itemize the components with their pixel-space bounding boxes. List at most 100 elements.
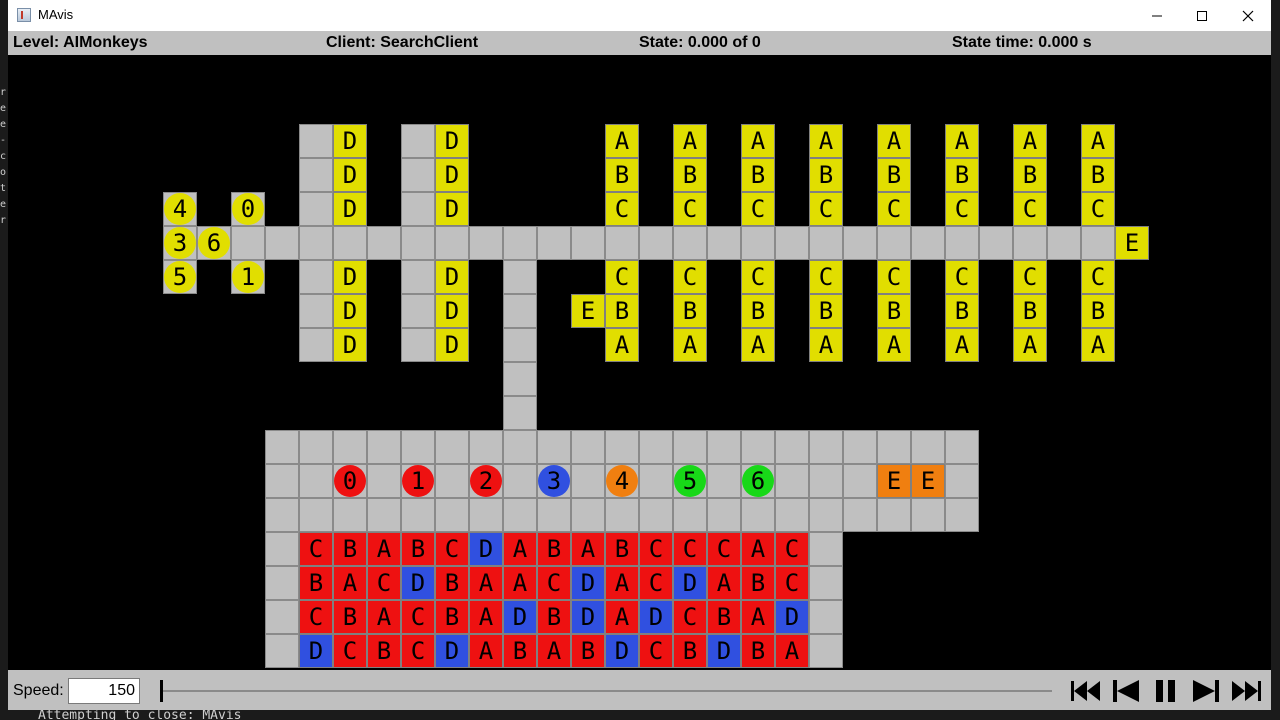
floor-cell bbox=[707, 498, 741, 532]
yellow-box-a: A bbox=[809, 328, 843, 362]
yellow-box-b: B bbox=[809, 158, 843, 192]
yellow-box-a: A bbox=[605, 124, 639, 158]
minimize-button[interactable] bbox=[1134, 0, 1180, 31]
floor-cell bbox=[299, 124, 333, 158]
yellow-box-d: D bbox=[435, 294, 469, 328]
terminal-fragment: r bbox=[0, 88, 7, 98]
red-box-b: B bbox=[673, 634, 707, 668]
floor-cell bbox=[401, 498, 435, 532]
floor-cell bbox=[673, 226, 707, 260]
agent-1-red: 1 bbox=[402, 465, 434, 497]
floor-cell bbox=[639, 430, 673, 464]
floor-cell bbox=[265, 634, 299, 668]
red-box-a: A bbox=[605, 566, 639, 600]
yellow-box-a: A bbox=[877, 124, 911, 158]
floor-cell bbox=[945, 226, 979, 260]
floor-cell bbox=[333, 430, 367, 464]
floor-cell bbox=[945, 430, 979, 464]
yellow-box-c: C bbox=[741, 260, 775, 294]
pause-icon bbox=[1156, 680, 1175, 702]
blue-box-d: D bbox=[605, 634, 639, 668]
red-box-b: B bbox=[435, 600, 469, 634]
floor-cell bbox=[979, 226, 1013, 260]
red-box-a: A bbox=[503, 566, 537, 600]
skip-to-start-button[interactable] bbox=[1069, 679, 1103, 703]
background-terminal-bottom: Attempting to close: MAvis bbox=[8, 710, 1271, 720]
floor-cell bbox=[265, 566, 299, 600]
floor-cell bbox=[401, 124, 435, 158]
floor-cell bbox=[775, 498, 809, 532]
yellow-box-c: C bbox=[1013, 260, 1047, 294]
floor-cell bbox=[299, 192, 333, 226]
agent-3-blue: 3 bbox=[538, 465, 570, 497]
skip-to-end-icon bbox=[1232, 681, 1261, 701]
speed-label: Speed: bbox=[13, 682, 64, 699]
agent-2-red: 2 bbox=[470, 465, 502, 497]
maximize-button[interactable] bbox=[1179, 0, 1225, 31]
playback-controls: Speed: bbox=[8, 670, 1271, 710]
red-box-a: A bbox=[741, 600, 775, 634]
terminal-fragment: e bbox=[0, 120, 7, 130]
floor-cell bbox=[435, 498, 469, 532]
skip-to-end-button[interactable] bbox=[1229, 679, 1263, 703]
step-back-button[interactable] bbox=[1109, 679, 1143, 703]
red-box-b: B bbox=[741, 566, 775, 600]
floor-cell bbox=[571, 430, 605, 464]
floor-cell bbox=[775, 464, 809, 498]
timeline-slider[interactable] bbox=[163, 690, 1052, 692]
agent-5: 5 bbox=[164, 261, 196, 293]
step-forward-button[interactable] bbox=[1189, 679, 1223, 703]
floor-cell bbox=[1013, 226, 1047, 260]
blue-box-d: D bbox=[299, 634, 333, 668]
red-box-b: B bbox=[605, 532, 639, 566]
floor-cell bbox=[231, 226, 265, 260]
agent-6-green: 6 bbox=[742, 465, 774, 497]
floor-cell bbox=[707, 430, 741, 464]
floor-cell bbox=[1047, 226, 1081, 260]
floor-cell bbox=[333, 226, 367, 260]
floor-cell bbox=[741, 498, 775, 532]
close-button[interactable] bbox=[1225, 0, 1271, 31]
yellow-box-b: B bbox=[741, 158, 775, 192]
floor-cell bbox=[809, 226, 843, 260]
yellow-box-c: C bbox=[605, 260, 639, 294]
agent-6: 6 bbox=[198, 227, 230, 259]
red-box-c: C bbox=[401, 600, 435, 634]
yellow-box-b: B bbox=[741, 294, 775, 328]
yellow-box-d: D bbox=[333, 328, 367, 362]
blue-box-d: D bbox=[673, 566, 707, 600]
blue-box-d: D bbox=[775, 600, 809, 634]
floor-cell bbox=[503, 396, 537, 430]
yellow-box-a: A bbox=[673, 124, 707, 158]
yellow-box-a: A bbox=[945, 328, 979, 362]
pause-button[interactable] bbox=[1149, 679, 1183, 703]
terminal-fragment: c bbox=[0, 152, 7, 162]
floor-cell bbox=[707, 226, 741, 260]
close-icon bbox=[1242, 10, 1254, 21]
agent-1: 1 bbox=[232, 261, 264, 293]
yellow-box-b: B bbox=[1081, 294, 1115, 328]
floor-cell bbox=[503, 362, 537, 396]
blue-box-d: D bbox=[503, 600, 537, 634]
yellow-box-a: A bbox=[605, 328, 639, 362]
floor-cell bbox=[911, 226, 945, 260]
timeline-slider-thumb[interactable] bbox=[160, 680, 163, 702]
red-box-c: C bbox=[299, 532, 333, 566]
yellow-box-b: B bbox=[605, 294, 639, 328]
yellow-box-c: C bbox=[877, 260, 911, 294]
yellow-box-d: D bbox=[435, 192, 469, 226]
maximize-icon bbox=[1197, 10, 1207, 21]
yellow-box-d: D bbox=[333, 192, 367, 226]
red-box-c: C bbox=[775, 532, 809, 566]
yellow-box-b: B bbox=[1013, 158, 1047, 192]
minimize-icon bbox=[1152, 15, 1162, 16]
speed-input[interactable] bbox=[68, 678, 140, 704]
terminal-fragment: t bbox=[0, 184, 7, 194]
red-box-c: C bbox=[401, 634, 435, 668]
floor-cell bbox=[503, 226, 537, 260]
floor-cell bbox=[401, 158, 435, 192]
yellow-box-b: B bbox=[1013, 294, 1047, 328]
red-box-a: A bbox=[605, 600, 639, 634]
floor-cell bbox=[945, 498, 979, 532]
yellow-box-a: A bbox=[1013, 328, 1047, 362]
